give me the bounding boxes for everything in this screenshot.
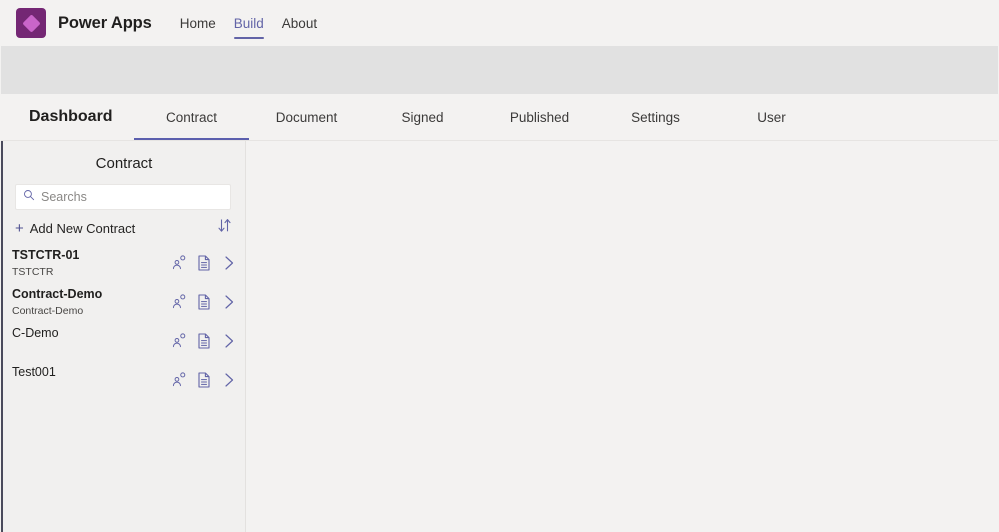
chevron-right-icon[interactable] xyxy=(221,254,237,271)
nav-item-home[interactable]: Home xyxy=(171,0,225,46)
list-item-actions xyxy=(171,254,237,271)
logo-diamond-shape xyxy=(21,13,41,33)
page-title: Dashboard xyxy=(29,108,113,125)
power-apps-window: Power Apps Home Build About Dashboard Co… xyxy=(0,0,999,532)
app-tab-bar: Dashboard Contract Document Signed Publi… xyxy=(1,94,998,141)
list-item[interactable]: C-Demo xyxy=(3,323,245,362)
person-add-icon[interactable] xyxy=(171,332,187,349)
tab-user[interactable]: User xyxy=(714,94,829,140)
chevron-right-icon[interactable] xyxy=(221,332,237,349)
list-item-actions xyxy=(171,332,237,349)
tab-document[interactable]: Document xyxy=(249,94,364,140)
list-toolbar: + Add New Contract xyxy=(15,217,233,239)
person-add-icon[interactable] xyxy=(171,254,187,271)
tab-published[interactable]: Published xyxy=(482,94,597,140)
document-icon[interactable] xyxy=(196,254,212,271)
document-icon[interactable] xyxy=(196,332,212,349)
search-box[interactable] xyxy=(15,184,231,210)
list-item-subtitle: TSTCTR xyxy=(12,266,54,278)
header-nav: Home Build About xyxy=(171,0,326,46)
chevron-right-icon[interactable] xyxy=(221,371,237,388)
nav-item-about[interactable]: About xyxy=(273,0,326,46)
list-item-title: C-Demo xyxy=(12,326,59,340)
document-icon[interactable] xyxy=(196,293,212,310)
list-item-title: Test001 xyxy=(12,365,56,379)
person-add-icon[interactable] xyxy=(171,293,187,310)
plus-icon: + xyxy=(15,219,24,237)
sort-button[interactable] xyxy=(216,218,233,238)
chevron-right-icon[interactable] xyxy=(221,293,237,310)
contract-list: TSTCTR-01 TSTCTR Contract-Demo Contract-… xyxy=(3,245,245,401)
sort-ascending-descending-icon xyxy=(218,218,231,238)
brand-name: Power Apps xyxy=(58,13,152,32)
list-item-subtitle: Contract-Demo xyxy=(12,305,84,317)
list-item-title: Contract-Demo xyxy=(12,287,103,301)
command-bar-band xyxy=(1,46,998,94)
search-icon xyxy=(23,188,35,206)
add-new-contract-label: Add New Contract xyxy=(29,220,136,236)
nav-item-build[interactable]: Build xyxy=(225,0,273,46)
list-item-actions xyxy=(171,293,237,310)
list-item-actions xyxy=(171,371,237,388)
tab-settings[interactable]: Settings xyxy=(598,94,713,140)
list-item[interactable]: Contract-Demo Contract-Demo xyxy=(3,284,245,323)
search-input[interactable] xyxy=(41,190,221,204)
tab-signed[interactable]: Signed xyxy=(365,94,480,140)
detail-pane xyxy=(246,141,998,532)
panel-title: Contract xyxy=(95,154,153,172)
list-item-title: TSTCTR-01 xyxy=(12,248,80,262)
person-add-icon[interactable] xyxy=(171,371,187,388)
power-apps-diamond-icon xyxy=(16,8,46,38)
list-item[interactable]: Test001 xyxy=(3,362,245,401)
list-item[interactable]: TSTCTR-01 TSTCTR xyxy=(3,245,245,284)
document-icon[interactable] xyxy=(196,371,212,388)
app-header: Power Apps Home Build About xyxy=(0,0,999,46)
add-new-contract-button[interactable]: + Add New Contract xyxy=(15,221,135,236)
contract-list-panel: Contract + Add New Contract xyxy=(1,141,246,532)
tab-contract[interactable]: Contract xyxy=(134,94,249,140)
